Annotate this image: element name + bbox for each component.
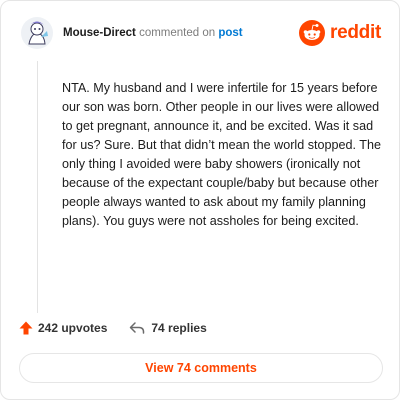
upvote-arrow-icon[interactable] — [19, 321, 33, 335]
view-comments-button[interactable]: View 74 comments — [19, 353, 383, 383]
user-avatar-icon[interactable] — [21, 17, 53, 49]
reddit-wordmark: reddit — [330, 22, 381, 43]
comment-header: Mouse-Direct commented on post reddit — [21, 15, 381, 55]
reddit-brand[interactable]: reddit — [299, 19, 381, 47]
comment-meta: Mouse-Direct commented on post — [63, 27, 243, 39]
post-link[interactable]: post — [218, 27, 242, 39]
reply-count: 74 replies — [151, 321, 207, 335]
upvote-count: 242 upvotes — [38, 321, 108, 335]
comment-card: Mouse-Direct commented on post reddit NT… — [0, 0, 400, 400]
username-link[interactable]: Mouse-Direct — [63, 27, 136, 39]
comment-body: NTA. My husband and I were infertile for… — [62, 81, 382, 228]
reply-arrow-icon[interactable] — [129, 321, 145, 335]
comment-footer: 242 upvotes 74 replies — [19, 319, 207, 337]
reddit-logo-icon — [299, 20, 326, 46]
action-text: commented on — [139, 27, 216, 39]
thread-line — [37, 61, 38, 313]
